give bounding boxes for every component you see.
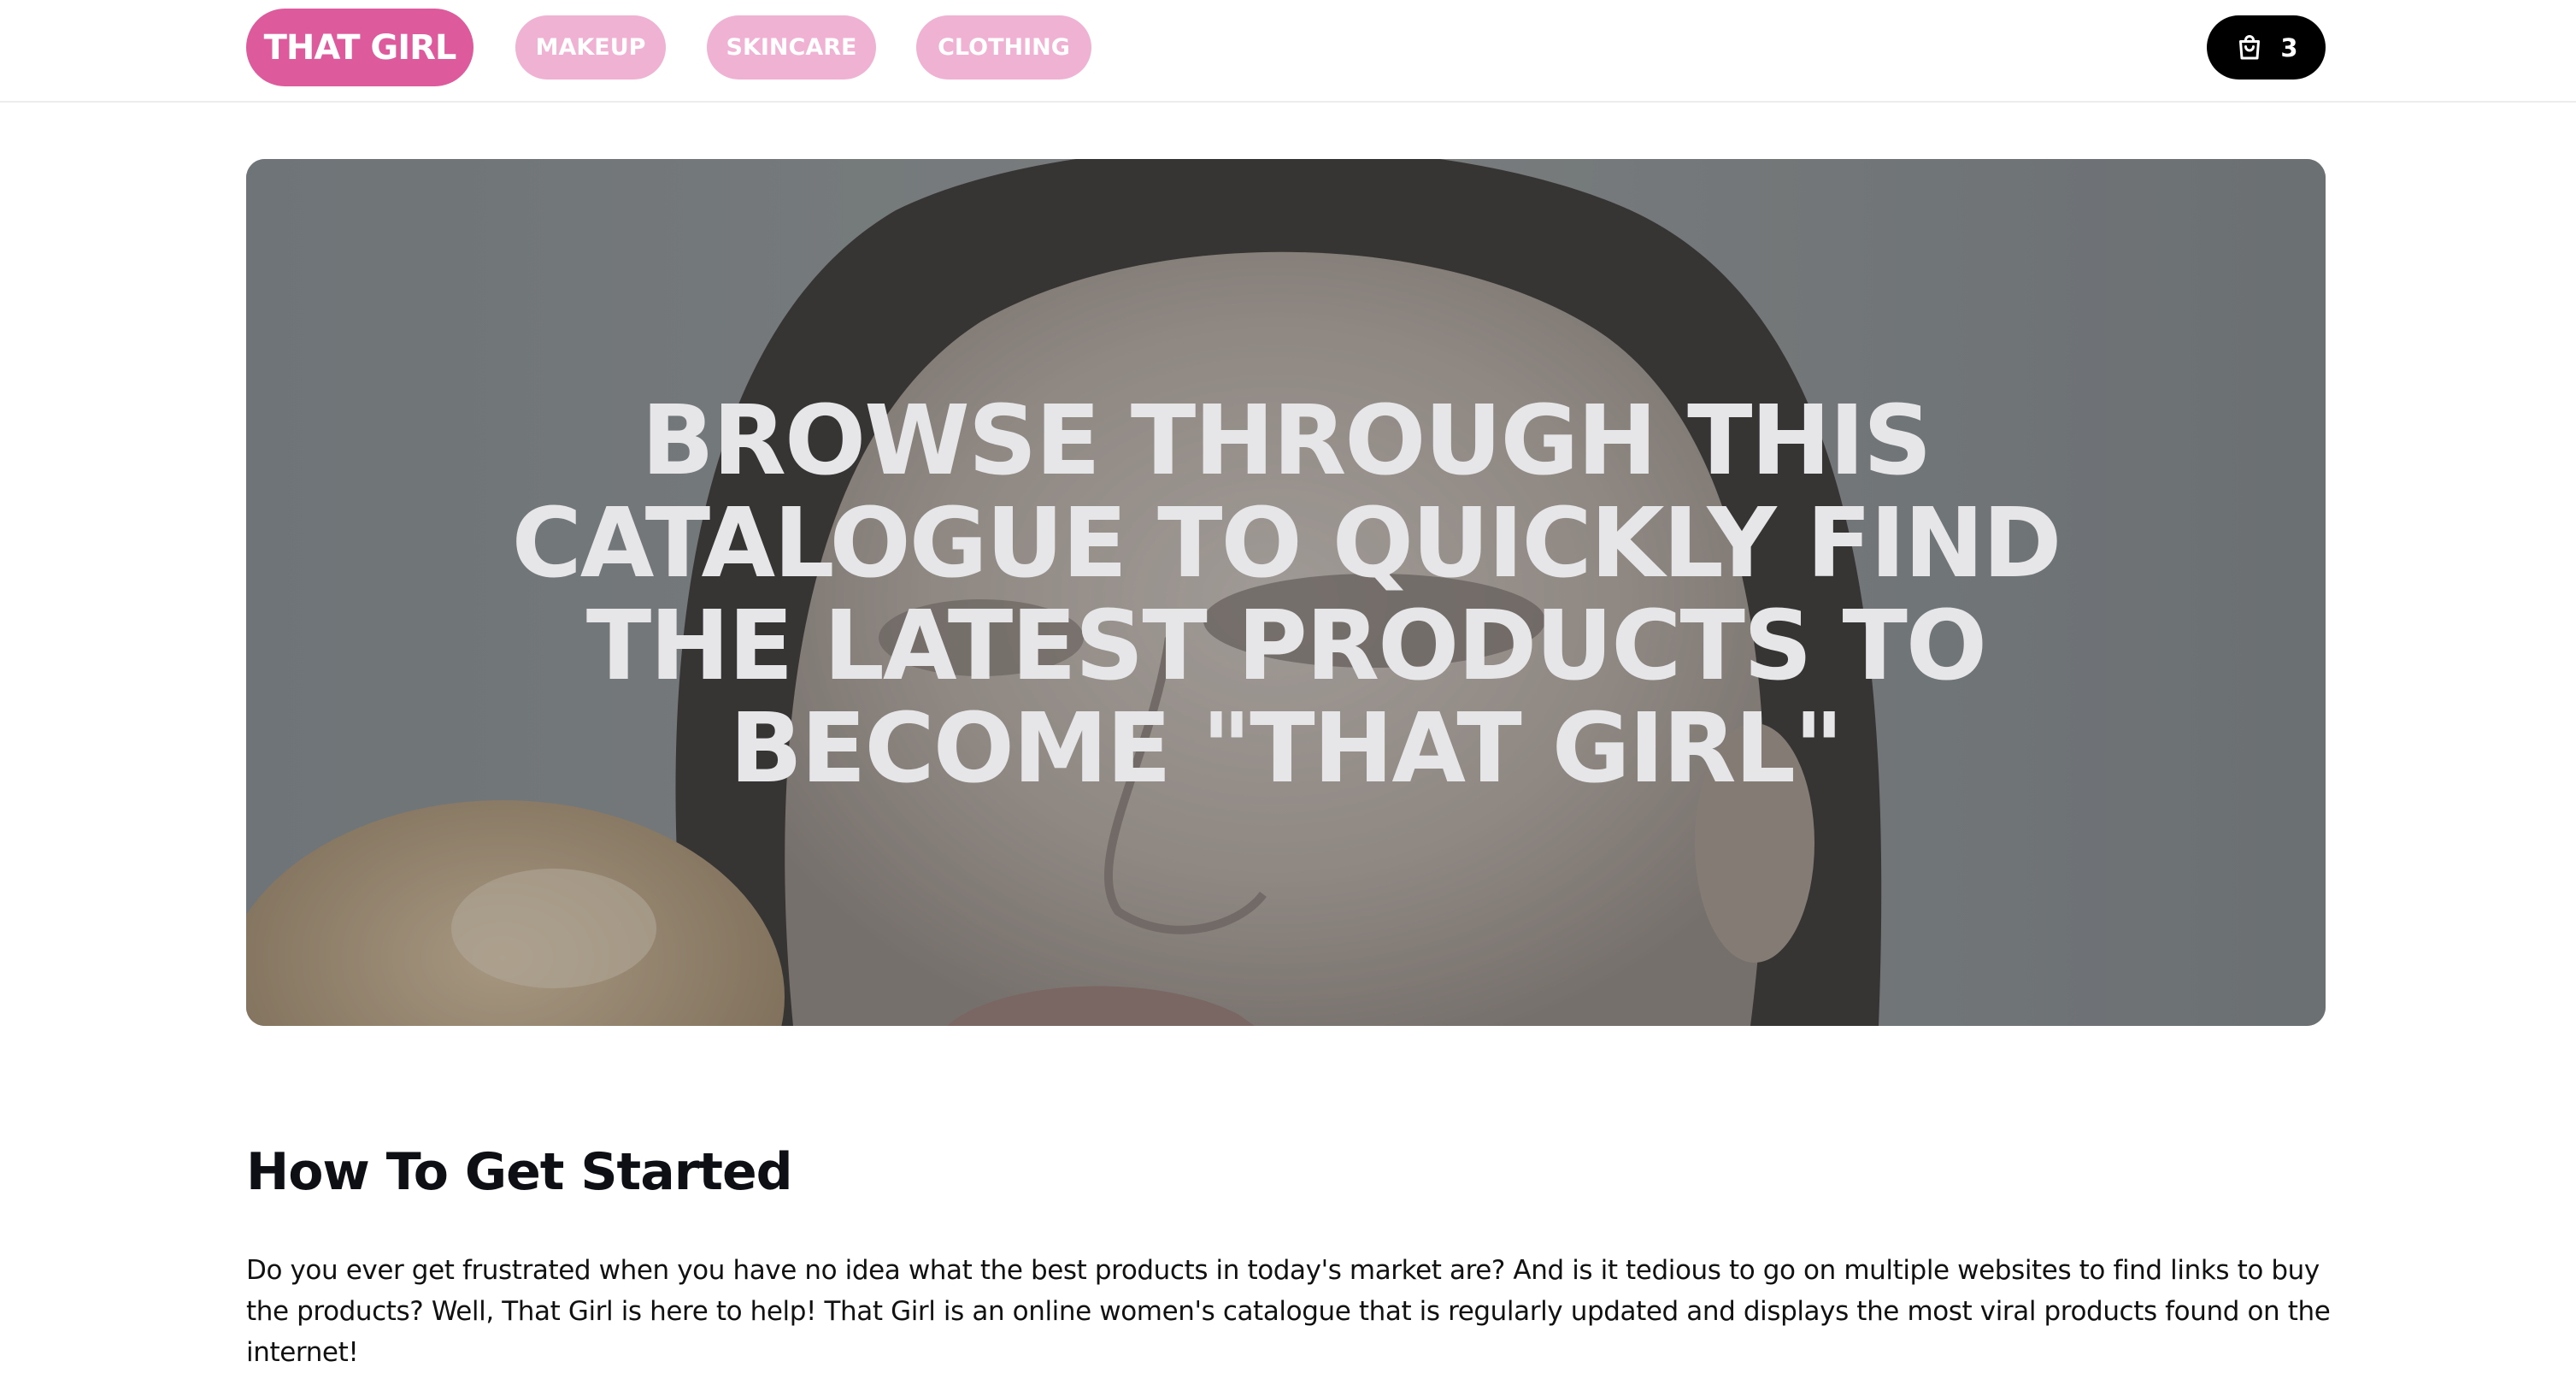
- section-title: How To Get Started: [246, 1142, 793, 1202]
- shopping-bag-icon: [2239, 34, 2261, 59]
- nav-skincare[interactable]: SKINCARE: [707, 15, 876, 80]
- cart-button[interactable]: 3: [2207, 15, 2326, 80]
- site-header: THAT GIRL MAKEUP SKINCARE CLOTHING 3: [0, 0, 2576, 103]
- brand-logo-button[interactable]: THAT GIRL: [246, 9, 473, 86]
- section-paragraph: Do you ever get frustrated when you have…: [246, 1255, 2331, 1368]
- cart-count: 3: [2280, 32, 2298, 62]
- nav-clothing[interactable]: CLOTHING: [916, 15, 1091, 80]
- nav-makeup[interactable]: MAKEUP: [515, 15, 666, 80]
- hero-title: BROWSE THROUGH THIS CATALOGUE TO QUICKLY…: [511, 386, 2062, 804]
- hero-banner: BROWSE THROUGH THIS CATALOGUE TO QUICKLY…: [246, 159, 2326, 1026]
